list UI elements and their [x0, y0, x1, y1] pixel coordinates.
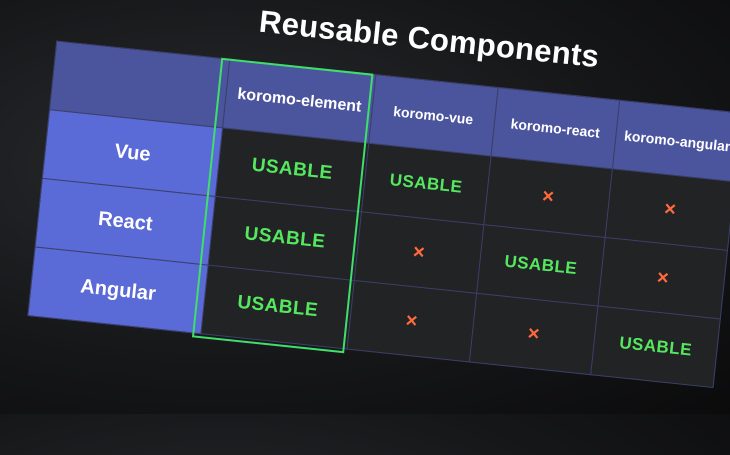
usable-label: USABLE	[503, 251, 579, 279]
table-cell: USABLE	[201, 265, 355, 350]
cross-icon: ×	[663, 197, 678, 221]
table-cell: ×	[347, 280, 477, 362]
cross-icon: ×	[541, 184, 556, 208]
column-header: koromo-vue	[368, 74, 498, 156]
cross-icon: ×	[404, 309, 419, 333]
compatibility-table: koromo-element koromo-vue koromo-react k…	[27, 40, 730, 388]
column-header: koromo-react	[490, 87, 620, 169]
column-header: koromo-angular	[612, 100, 730, 182]
slide: Reusable Components koromo-element korom…	[0, 0, 730, 455]
usable-label: USABLE	[250, 154, 334, 185]
table-cell: USABLE	[476, 224, 606, 307]
table-cell: ×	[483, 155, 613, 238]
table-cell: USABLE	[591, 306, 721, 388]
usable-label: USABLE	[388, 170, 464, 197]
table-cell: ×	[354, 211, 484, 294]
table-cell: ×	[598, 237, 728, 319]
usable-label: USABLE	[618, 333, 693, 360]
table-cell: ×	[469, 293, 599, 375]
cross-icon: ×	[655, 266, 670, 290]
photo-of-slide: Reusable Components koromo-element korom…	[0, 0, 730, 414]
table-cell: USABLE	[361, 143, 491, 225]
cross-icon: ×	[411, 240, 426, 264]
usable-label: USABLE	[243, 223, 327, 253]
cross-icon: ×	[526, 321, 541, 346]
usable-label: USABLE	[236, 291, 320, 322]
table-cell: ×	[605, 168, 730, 251]
